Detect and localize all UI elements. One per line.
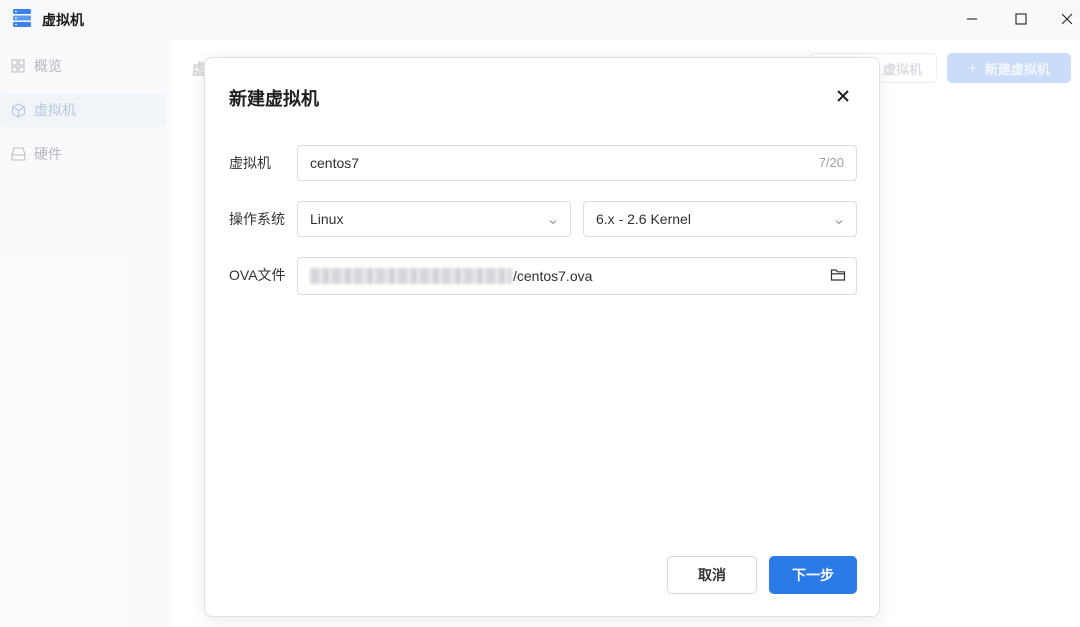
window-titlebar: 虚拟机 xyxy=(0,0,1080,40)
next-button-label: 下一步 xyxy=(792,567,834,583)
window-title: 虚拟机 xyxy=(42,12,84,28)
folder-icon[interactable] xyxy=(830,267,846,286)
os-type-select[interactable]: Linux xyxy=(297,201,571,237)
chevron-down-icon xyxy=(548,214,558,230)
os-version-value: 6.x - 2.6 Kernel xyxy=(596,211,691,227)
os-version-select[interactable]: 6.x - 2.6 Kernel xyxy=(583,201,857,237)
blurred-path xyxy=(310,268,512,284)
close-icon[interactable] xyxy=(833,86,853,106)
chevron-down-icon xyxy=(834,214,844,230)
maximize-icon[interactable] xyxy=(1008,6,1034,32)
server-stack-icon xyxy=(12,8,32,28)
os-label: 操作系统 xyxy=(229,211,285,227)
ova-label: OVA文件 xyxy=(229,267,286,283)
new-vm-dialog: 新建虚拟机 虚拟机 centos7 7/20 操作系统 Linux 6.x - … xyxy=(204,57,880,617)
ova-path-value: /centos7.ova xyxy=(513,268,593,284)
close-icon[interactable] xyxy=(1054,6,1080,32)
cancel-button-label: 取消 xyxy=(698,567,726,583)
next-button[interactable]: 下一步 xyxy=(769,556,857,594)
minimize-icon[interactable] xyxy=(959,6,985,32)
vm-name-value: centos7 xyxy=(310,155,360,171)
ova-file-input[interactable]: /centos7.ova xyxy=(297,257,857,295)
cancel-button[interactable]: 取消 xyxy=(667,556,757,594)
char-counter: 7/20 xyxy=(818,155,844,170)
vm-name-input[interactable]: centos7 7/20 xyxy=(297,145,857,181)
os-type-value: Linux xyxy=(310,211,344,227)
vm-name-label: 虚拟机 xyxy=(229,155,271,171)
dialog-title: 新建虚拟机 xyxy=(229,89,319,109)
